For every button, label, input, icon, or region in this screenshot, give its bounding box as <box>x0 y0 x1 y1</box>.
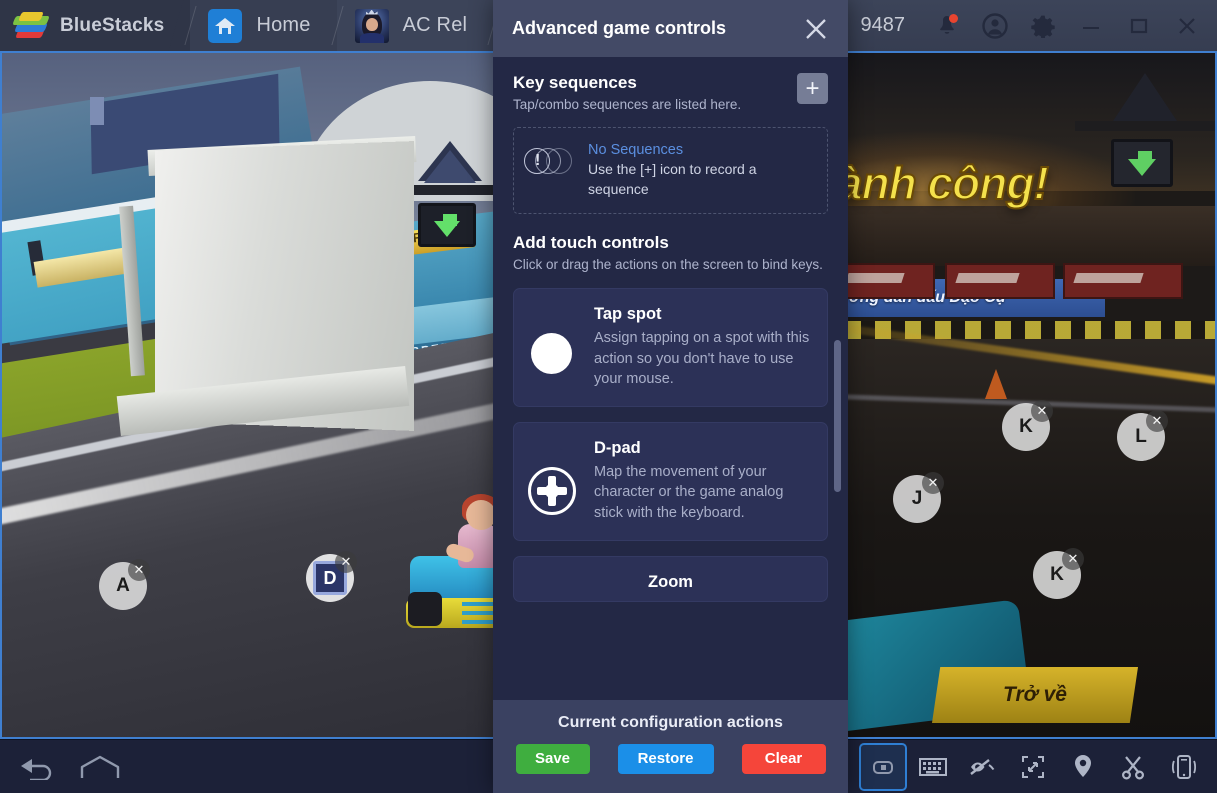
key-sequences-header: Key sequences Tap/combo sequences are li… <box>513 73 828 114</box>
key-marker-a[interactable]: A ✕ <box>99 559 150 610</box>
key-marker-label: L <box>1135 426 1147 447</box>
game-scene-left: DRIFT SPEEDM <box>0 51 496 739</box>
player-kart <box>400 494 496 636</box>
app-name-label: BlueStacks <box>60 14 165 36</box>
sequence-empty-icon: ! <box>524 148 576 176</box>
touch-controls-heading: Add touch controls <box>513 232 669 252</box>
key-marker-label: K <box>1019 416 1033 437</box>
game-controls-button[interactable] <box>859 742 907 791</box>
tap-spot-icon <box>528 333 576 381</box>
key-marker-l[interactable]: L ✕ <box>1117 410 1168 461</box>
keyboard-button[interactable] <box>911 745 955 789</box>
close-icon[interactable]: ✕ <box>128 559 150 581</box>
key-marker-j[interactable]: J ✕ <box>893 472 944 523</box>
close-icon[interactable]: ✕ <box>335 551 357 573</box>
key-marker-k-2[interactable]: K ✕ <box>1033 548 1084 599</box>
app-tab[interactable]: BlueStacks <box>0 0 212 51</box>
dialog-body: Key sequences Tap/combo sequences are li… <box>493 57 848 700</box>
fullscreen-button[interactable] <box>1011 745 1055 789</box>
shake-button[interactable] <box>1161 745 1205 789</box>
settings-button[interactable] <box>1019 0 1067 51</box>
app-window: BlueStacks Home AC Rel 9487 ành công! Tr… <box>0 0 1217 793</box>
screenshot-cut-button[interactable] <box>1111 745 1155 789</box>
tab-home[interactable]: Home <box>190 0 358 51</box>
touch-control-dpad[interactable]: D-pad Map the movement of your character… <box>513 421 828 541</box>
return-button[interactable]: Trở về <box>932 667 1138 723</box>
touch-control-zoom[interactable]: Zoom <box>513 555 828 602</box>
maximize-button[interactable] <box>1115 0 1163 51</box>
tap-spot-description: Assign tapping on a spot with this actio… <box>594 330 810 388</box>
bluestacks-logo-icon <box>12 11 50 39</box>
key-sequences-subtitle: Tap/combo sequences are listed here. <box>513 97 742 112</box>
title-bar-actions: 9487 <box>861 0 1217 51</box>
key-marker-d[interactable]: D ✕ <box>306 551 357 602</box>
key-marker-label: A <box>116 575 130 596</box>
close-icon[interactable]: ✕ <box>1031 400 1053 422</box>
dialog-footer: Current configuration actions Save Resto… <box>493 700 848 793</box>
close-icon[interactable]: ✕ <box>1146 410 1168 432</box>
save-button[interactable]: Save <box>515 743 590 774</box>
close-icon[interactable] <box>798 11 834 47</box>
footer-buttons: Save Restore Clear <box>515 743 826 774</box>
hide-overlay-button[interactable] <box>961 745 1005 789</box>
clear-button[interactable]: Clear <box>741 743 826 774</box>
dialog-scrollbar[interactable] <box>834 337 841 700</box>
zoom-title: Zoom <box>648 572 693 591</box>
coin-count: 9487 <box>860 14 906 36</box>
dpad-description: Map the movement of your character or th… <box>594 463 784 521</box>
dialog-title: Advanced game controls <box>512 18 727 38</box>
location-button[interactable] <box>1061 745 1105 789</box>
dpad-icon <box>528 466 576 515</box>
tab-home-label: Home <box>256 14 311 36</box>
advanced-game-controls-dialog: Advanced game controls Key sequences Tap… <box>493 0 848 793</box>
success-text: ành công! <box>845 156 1050 210</box>
no-sequences-title: No Sequences <box>588 142 684 159</box>
close-icon[interactable]: ✕ <box>922 472 944 494</box>
key-marker-label: K <box>1050 564 1064 585</box>
return-button-label: Trở về <box>1003 683 1067 706</box>
key-marker-k-1[interactable]: K ✕ <box>1002 400 1053 451</box>
game-scene-right: ành công! ớng dẫn đấu Đạo Cụ <box>845 51 1217 739</box>
notifications-button[interactable] <box>923 0 971 51</box>
touch-control-tap-spot[interactable]: Tap spot Assign tapping on a spot with t… <box>513 288 828 407</box>
home-icon <box>208 8 243 43</box>
dialog-header: Advanced game controls <box>493 0 848 57</box>
close-icon[interactable]: ✕ <box>1062 548 1084 570</box>
minimize-button[interactable] <box>1067 0 1115 51</box>
plus-icon[interactable]: + <box>797 73 828 104</box>
account-button[interactable] <box>971 0 1019 51</box>
restore-button[interactable]: Restore <box>617 743 714 774</box>
close-button[interactable] <box>1163 0 1211 51</box>
key-sequences-heading: Key sequences <box>513 73 637 92</box>
tap-spot-title: Tap spot <box>594 305 662 324</box>
dpad-title: D-pad <box>594 438 641 457</box>
no-sequences-text: Use the [+] icon to record a sequence <box>588 161 757 197</box>
track-arrow-sign-icon <box>418 203 476 247</box>
back-button[interactable] <box>14 745 58 789</box>
touch-controls-subtitle: Click or drag the actions on the screen … <box>513 256 823 272</box>
home-button[interactable] <box>78 745 122 789</box>
bottom-toolbar-right <box>859 742 1217 791</box>
key-marker-label: J <box>911 488 923 509</box>
touch-controls-list: Tap spot Assign tapping on a spot with t… <box>513 288 828 602</box>
no-sequences-panel: ! No Sequences Use the [+] icon to recor… <box>513 127 828 214</box>
game-thumbnail-icon <box>354 8 389 43</box>
notification-badge <box>949 14 958 23</box>
dialog-scrollbar-thumb[interactable] <box>834 340 841 492</box>
bottom-toolbar-left <box>0 745 122 789</box>
touch-controls-header: Add touch controls Click or drag the act… <box>513 233 828 274</box>
tab-ac-rel-label: AC Rel <box>402 14 468 36</box>
track-arrow-sign-right-icon <box>1111 139 1173 187</box>
footer-title: Current configuration actions <box>558 713 783 731</box>
tab-ac-rel[interactable]: AC Rel <box>336 0 515 51</box>
